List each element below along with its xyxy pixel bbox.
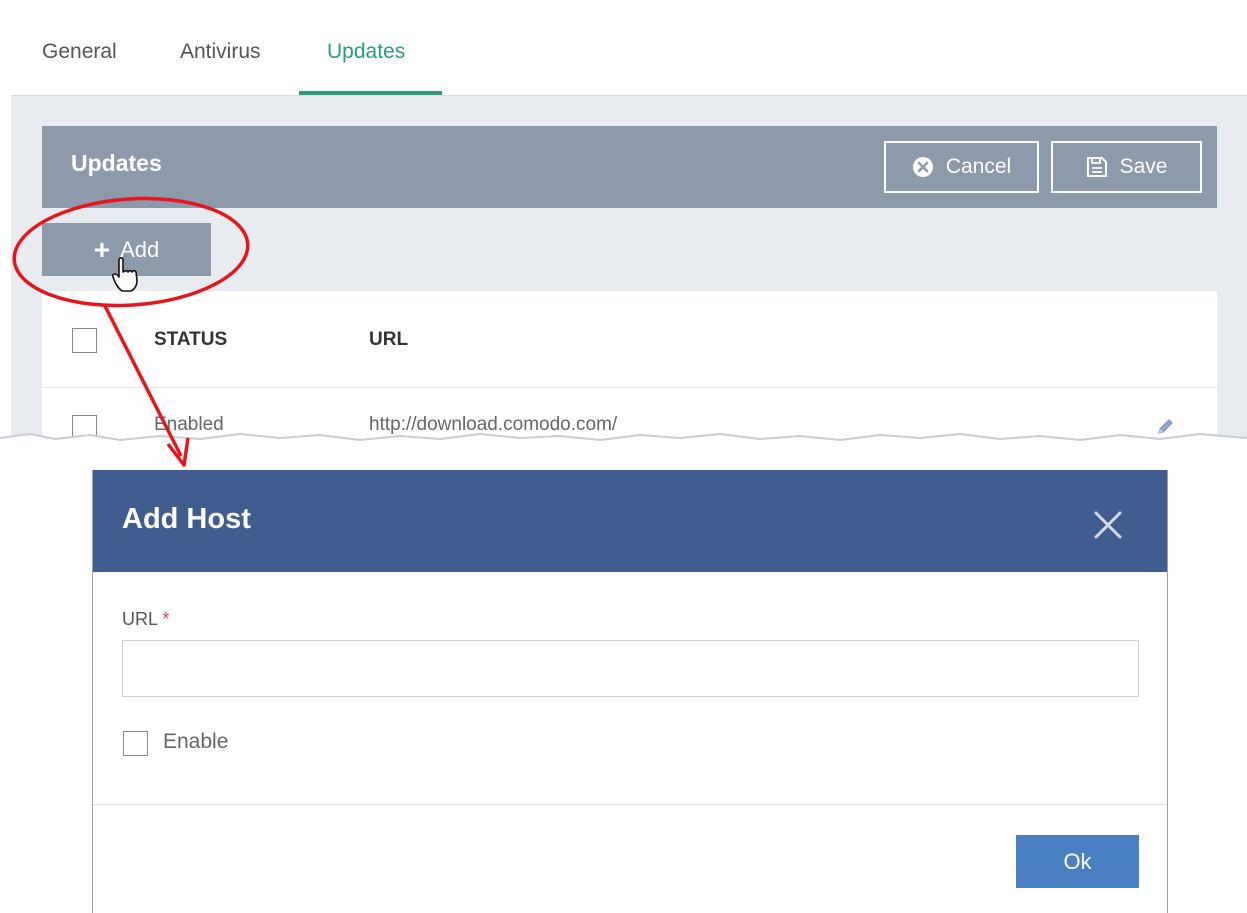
- add-button[interactable]: + Add: [42, 223, 211, 276]
- table-header: STATUS URL: [42, 291, 1217, 388]
- updates-settings-panel: General Antivirus Updates Updates Cancel…: [11, 8, 1247, 440]
- enable-checkbox[interactable]: [123, 731, 148, 756]
- column-header-status[interactable]: STATUS: [154, 329, 227, 351]
- tab-antivirus[interactable]: Antivirus: [180, 40, 261, 64]
- cancel-button[interactable]: Cancel: [884, 141, 1039, 193]
- url-label-text: URL: [122, 609, 158, 629]
- enable-label: Enable: [163, 730, 229, 753]
- dialog-header: Add Host: [93, 470, 1167, 572]
- ok-button[interactable]: Ok: [1016, 835, 1139, 888]
- save-button-label: Save: [1119, 155, 1168, 178]
- close-x-icon[interactable]: [1091, 508, 1125, 542]
- cancel-circle-x-icon: [912, 157, 933, 177]
- url-input[interactable]: [122, 640, 1139, 697]
- tab-updates[interactable]: Updates: [327, 40, 405, 64]
- cancel-button-label: Cancel: [945, 155, 1012, 178]
- active-tab-indicator: [299, 91, 442, 95]
- torn-edge-divider: [0, 432, 1247, 456]
- required-marker: *: [162, 609, 170, 629]
- column-header-url[interactable]: URL: [369, 329, 408, 351]
- save-button[interactable]: Save: [1051, 141, 1202, 193]
- save-floppy-icon: [1086, 157, 1107, 177]
- plus-icon: +: [93, 233, 111, 265]
- dialog-footer-divider: [93, 804, 1167, 805]
- add-host-dialog: Add Host URL * Enable Ok: [92, 470, 1168, 913]
- add-button-label: Add: [120, 236, 160, 262]
- hosts-table: STATUS URL Enabled http://download.comod…: [42, 291, 1217, 440]
- tab-general[interactable]: General: [42, 40, 117, 64]
- section-title: Updates: [71, 150, 162, 176]
- url-field-label: URL *: [122, 609, 169, 630]
- section-header: Updates Cancel Save: [42, 126, 1217, 208]
- select-all-checkbox[interactable]: [72, 328, 97, 353]
- dialog-title: Add Host: [122, 503, 251, 535]
- tab-bar: General Antivirus Updates: [11, 8, 1247, 96]
